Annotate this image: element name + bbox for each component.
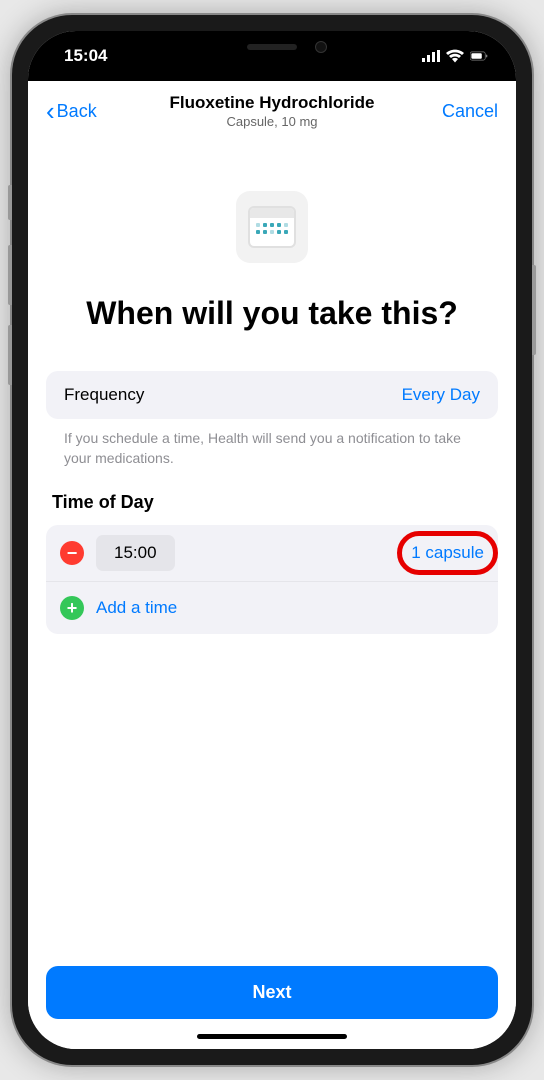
minus-icon: − [67, 544, 78, 562]
page-subtitle: Capsule, 10 mg [126, 114, 418, 129]
add-time-row[interactable]: + Add a time [46, 582, 498, 634]
status-icons [422, 49, 488, 63]
phone-frame: 15:04 ‹ Back Fluoxetine Hydrochloride Ca… [12, 15, 532, 1065]
status-time: 15:04 [64, 46, 107, 66]
time-input[interactable]: 15:00 [96, 535, 175, 571]
main-heading: When will you take this? [46, 293, 498, 371]
next-button[interactable]: Next [46, 966, 498, 1019]
chevron-left-icon: ‹ [46, 98, 55, 124]
frequency-label: Frequency [64, 385, 144, 405]
dose-button[interactable]: 1 capsule [411, 543, 484, 563]
back-label: Back [57, 101, 97, 122]
phone-inner: 15:04 ‹ Back Fluoxetine Hydrochloride Ca… [28, 31, 516, 1049]
mute-switch [8, 185, 12, 220]
plus-icon: + [67, 599, 78, 617]
front-camera-icon [315, 41, 327, 53]
screen: 15:04 ‹ Back Fluoxetine Hydrochloride Ca… [28, 31, 516, 1049]
frequency-section: Frequency Every Day [46, 371, 498, 419]
dose-label: 1 capsule [411, 543, 484, 562]
wifi-icon [446, 49, 464, 63]
time-row: − 15:00 1 capsule [46, 525, 498, 582]
remove-time-button[interactable]: − [60, 541, 84, 565]
add-time-button[interactable]: + [60, 596, 84, 620]
back-button[interactable]: ‹ Back [46, 98, 126, 124]
page-title: Fluoxetine Hydrochloride [126, 93, 418, 113]
time-of-day-section: − 15:00 1 capsule + Add a time [46, 525, 498, 634]
volume-down-button [8, 325, 12, 385]
time-of-day-title: Time of Day [46, 492, 498, 525]
frequency-value: Every Day [402, 385, 480, 405]
schedule-info-text: If you schedule a time, Health will send… [46, 419, 498, 492]
power-button [532, 265, 536, 355]
main-content: When will you take this? Frequency Every… [28, 141, 516, 1049]
hero-icon-container [46, 141, 498, 293]
frequency-row[interactable]: Frequency Every Day [46, 371, 498, 419]
notch [167, 31, 377, 63]
add-time-label: Add a time [96, 592, 177, 624]
speaker-icon [247, 44, 297, 50]
battery-icon [470, 49, 488, 63]
cancel-button[interactable]: Cancel [418, 101, 498, 122]
home-indicator[interactable] [197, 1034, 347, 1039]
header-center: Fluoxetine Hydrochloride Capsule, 10 mg [126, 93, 418, 129]
cellular-icon [422, 49, 440, 63]
volume-up-button [8, 245, 12, 305]
calendar-icon [236, 191, 308, 263]
nav-header: ‹ Back Fluoxetine Hydrochloride Capsule,… [28, 81, 516, 141]
